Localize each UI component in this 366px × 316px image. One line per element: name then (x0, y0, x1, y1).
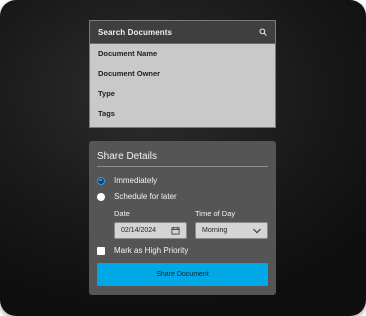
time-of-day-select[interactable]: Morning (195, 222, 268, 239)
search-input[interactable]: Search Documents (90, 21, 275, 44)
radio-unselected-icon[interactable] (97, 192, 105, 201)
radio-immediately[interactable]: Immediately (97, 176, 157, 185)
date-value: 02/14/2024 (121, 227, 157, 234)
time-of-day-value: Morning (202, 227, 228, 234)
high-priority-checkbox[interactable]: Mark as High Priority (97, 246, 188, 255)
share-details-title: Share Details (97, 151, 158, 162)
radio-schedule-later[interactable]: Schedule for later (97, 192, 177, 201)
time-of-day-label: Time of Day (195, 209, 236, 218)
search-option-document-owner[interactable]: Document Owner (90, 64, 275, 84)
divider (97, 166, 268, 167)
chevron-down-icon[interactable] (253, 228, 261, 234)
radio-schedule-label: Schedule for later (114, 192, 177, 201)
high-priority-label: Mark as High Priority (114, 246, 189, 255)
date-field[interactable]: 02/14/2024 (114, 222, 187, 239)
app-background: Search Documents Document Name Document … (0, 0, 366, 316)
search-icon[interactable] (258, 28, 267, 37)
checkbox-box[interactable] (97, 246, 105, 255)
search-option-document-name[interactable]: Document Name (90, 44, 275, 64)
radio-immediately-label: Immediately (114, 176, 158, 185)
search-placeholder: Search Documents (98, 27, 173, 37)
radio-selected-icon[interactable] (97, 176, 105, 185)
calendar-icon[interactable] (171, 226, 180, 235)
search-dropdown: Search Documents Document Name Document … (89, 20, 276, 128)
search-options-list: Document Name Document Owner Type Tags (90, 44, 275, 124)
search-option-tags[interactable]: Tags (90, 104, 275, 124)
date-label: Date (114, 209, 130, 218)
search-option-type[interactable]: Type (90, 84, 275, 104)
share-document-button[interactable]: Share Document (97, 263, 268, 286)
